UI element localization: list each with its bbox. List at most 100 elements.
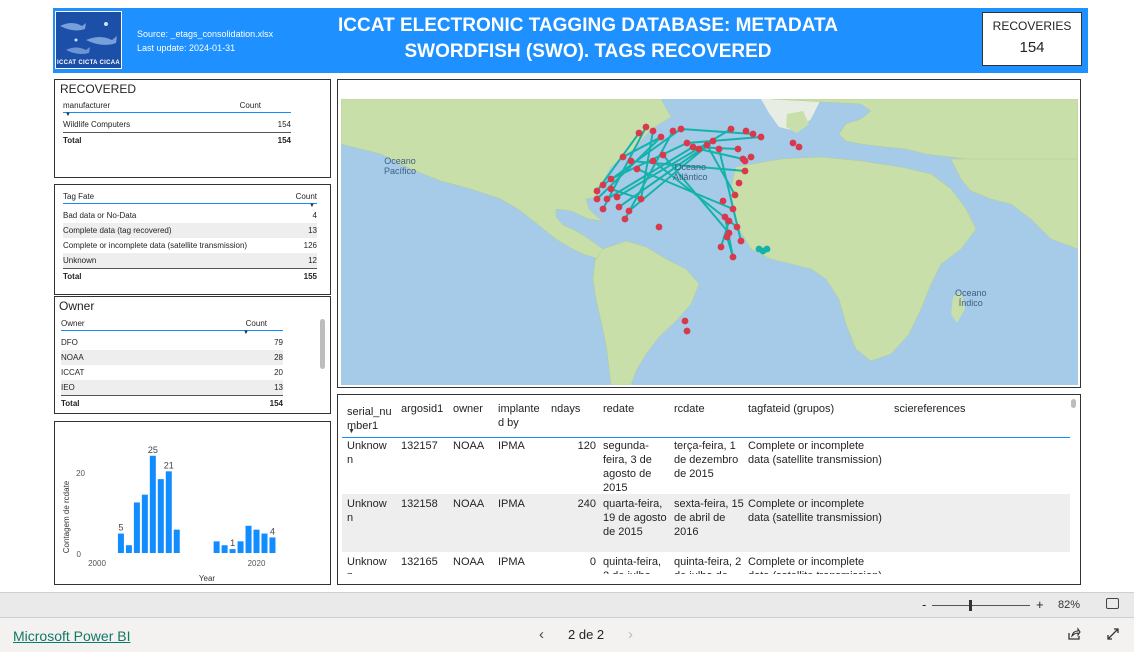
tag-location-point[interactable] xyxy=(703,141,711,149)
tag-location-point[interactable] xyxy=(741,167,749,175)
tag-location-point[interactable] xyxy=(621,215,629,223)
col-owner[interactable]: owner xyxy=(453,402,483,416)
table-row[interactable]: NOAA 28 xyxy=(61,350,283,365)
histogram-bar[interactable] xyxy=(141,494,148,553)
tag-location-point[interactable] xyxy=(593,195,601,203)
tag-location-point[interactable] xyxy=(749,130,757,138)
records-table[interactable]: serial_nu mber1 ▼ argosid1 owner implant… xyxy=(342,398,1070,574)
previous-page-icon[interactable]: ‹ xyxy=(539,626,544,643)
tag-track[interactable] xyxy=(680,128,754,135)
histogram-chart[interactable]: Contagem de rcdate Year 5 25 21 1 4 0 20 200… xyxy=(55,422,331,584)
tag-location-point[interactable] xyxy=(689,143,697,151)
table-header[interactable]: Tag Fate Count xyxy=(63,190,317,204)
table-row[interactable]: Unknow n 132158 NOAA IPMA 240 quarta-fei… xyxy=(342,494,1070,552)
col-sciereferences[interactable]: sciereferences xyxy=(894,402,966,416)
histogram-bar[interactable] xyxy=(269,537,276,553)
col-rcdate[interactable]: rcdate xyxy=(674,402,705,416)
tag-location-point[interactable] xyxy=(615,203,623,211)
owner-table[interactable]: Owner Count ▼ DFO 79 NOAA 28 ICCAT 20 IE… xyxy=(61,317,283,410)
tag-location-point[interactable] xyxy=(725,217,733,225)
tag-location-point[interactable] xyxy=(683,139,691,147)
histogram-bar[interactable] xyxy=(245,525,252,553)
tag-location-point[interactable] xyxy=(669,127,677,135)
power-bi-link[interactable]: Microsoft Power BI xyxy=(13,628,130,644)
tag-location-point[interactable] xyxy=(719,197,727,205)
tag-location-point[interactable] xyxy=(763,245,771,253)
tag-location-point[interactable] xyxy=(747,153,755,161)
tag-location-point[interactable] xyxy=(789,139,797,147)
tag-location-point[interactable] xyxy=(723,233,731,241)
histogram-bar[interactable] xyxy=(221,545,228,553)
fit-to-page-icon[interactable] xyxy=(1106,598,1119,609)
tag-location-point[interactable] xyxy=(635,129,643,137)
tag-location-point[interactable] xyxy=(607,185,615,193)
tag-location-point[interactable] xyxy=(757,133,765,141)
tag-location-point[interactable] xyxy=(717,243,725,251)
tag-location-point[interactable] xyxy=(733,223,741,231)
tracks-map[interactable]: Oceano Pacífico Oceano Atlântico Oceano Índ… xyxy=(341,99,1078,385)
tag-location-point[interactable] xyxy=(741,157,749,165)
histogram-bar[interactable] xyxy=(237,541,244,553)
table-row[interactable]: Complete or incomplete data (satellite t… xyxy=(63,238,317,253)
zoom-slider[interactable] xyxy=(932,605,1030,606)
histogram-bar[interactable] xyxy=(253,529,260,553)
tag-location-point[interactable] xyxy=(677,125,685,133)
recovered-table[interactable]: manufacturer Count ▼ Wildlife Computers … xyxy=(63,99,291,147)
records-v-scrollbar[interactable] xyxy=(1071,399,1076,408)
table-row[interactable]: Wildlife Computers 154 xyxy=(63,117,291,132)
tag-location-point[interactable] xyxy=(657,133,665,141)
tag-location-point[interactable] xyxy=(715,145,723,153)
fullscreen-icon[interactable] xyxy=(1106,627,1120,646)
tag-location-point[interactable] xyxy=(695,145,703,153)
tag-location-point[interactable] xyxy=(727,125,735,133)
histogram-bar[interactable] xyxy=(173,529,180,553)
table-row[interactable]: Unknow n 132157 NOAA IPMA 120 segunda-fe… xyxy=(342,438,1070,494)
tag-location-point[interactable] xyxy=(737,237,745,245)
tag-location-point[interactable] xyxy=(731,191,739,199)
tag-location-point[interactable] xyxy=(729,205,737,213)
tag-location-point[interactable] xyxy=(649,157,657,165)
next-page-icon[interactable]: › xyxy=(628,626,633,643)
tag-location-point[interactable] xyxy=(599,181,607,189)
tag-location-point[interactable] xyxy=(625,207,633,215)
zoom-in-button[interactable]: + xyxy=(1036,597,1044,612)
tag-location-point[interactable] xyxy=(627,157,635,165)
col-implanted[interactable]: implante d by xyxy=(498,402,544,430)
tag-location-point[interactable] xyxy=(735,179,743,187)
tag-track[interactable] xyxy=(686,136,762,144)
tag-location-point[interactable] xyxy=(655,223,663,231)
tag-location-point[interactable] xyxy=(603,195,611,203)
share-icon[interactable] xyxy=(1067,627,1081,646)
tag-location-point[interactable] xyxy=(709,137,717,145)
tag-location-point[interactable] xyxy=(619,153,627,161)
tag-location-point[interactable] xyxy=(729,253,737,261)
recoveries-card[interactable]: RECOVERIES 154 xyxy=(982,12,1082,66)
tag-location-point[interactable] xyxy=(649,127,657,135)
zoom-slider-thumb[interactable] xyxy=(969,600,972,611)
tag-location-point[interactable] xyxy=(681,317,689,325)
table-row[interactable]: Complete data (tag recovered) 13 xyxy=(63,223,317,238)
histogram-bar[interactable] xyxy=(165,471,172,553)
table-header[interactable]: serial_nu mber1 ▼ argosid1 owner implant… xyxy=(342,398,1070,438)
histogram-bar[interactable] xyxy=(157,479,164,553)
table-row[interactable]: IEO 13 xyxy=(61,380,283,395)
table-row[interactable]: Unknown 12 xyxy=(63,253,317,268)
col-tagfate[interactable]: tagfateid (grupos) xyxy=(748,402,834,416)
tag-location-point[interactable] xyxy=(795,143,803,151)
histogram-bar[interactable] xyxy=(229,549,236,553)
tag-location-point[interactable] xyxy=(683,327,691,335)
histogram-bar[interactable] xyxy=(261,533,268,553)
histogram-bar[interactable] xyxy=(133,502,140,553)
tag-location-point[interactable] xyxy=(742,127,750,135)
table-header[interactable]: manufacturer Count xyxy=(63,99,291,113)
histogram-bar[interactable] xyxy=(149,455,156,553)
col-ndays[interactable]: ndays xyxy=(551,402,580,416)
histogram-bar[interactable] xyxy=(213,541,220,553)
tagfate-table[interactable]: Tag Fate Count ▼ Bad data or No-Data 4 C… xyxy=(63,190,317,283)
table-row[interactable]: DFO 79 xyxy=(61,335,283,350)
tag-location-point[interactable] xyxy=(593,187,601,195)
tag-location-point[interactable] xyxy=(607,175,615,183)
tag-location-point[interactable] xyxy=(599,205,607,213)
tag-location-point[interactable] xyxy=(642,123,650,131)
tag-location-point[interactable] xyxy=(637,195,645,203)
